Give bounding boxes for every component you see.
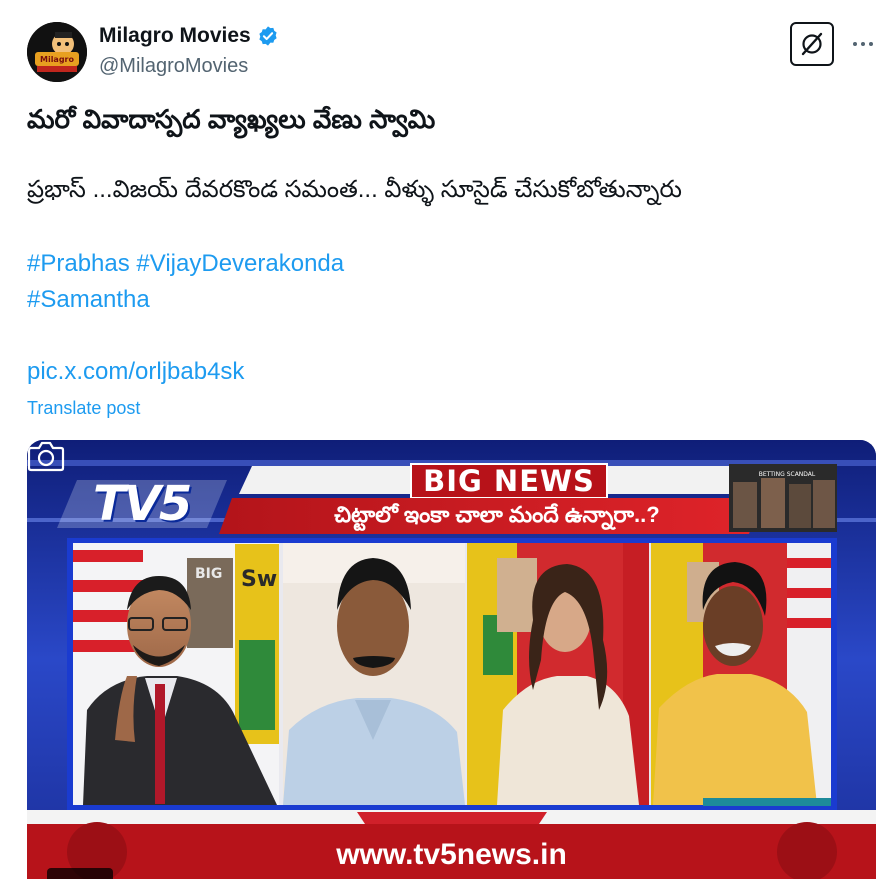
camera-icon[interactable] (27, 440, 65, 472)
news-ticker: చిట్టాలో ఇంకా చాలా మందే ఉన్నారా..? (334, 502, 660, 527)
svg-text:Milagro: Milagro (40, 55, 75, 64)
post-body: ప్రభాస్ ...విజయ్ దేవరకొండ సమంత... వీళ్ళు… (27, 176, 682, 203)
hashtag-link[interactable]: #VijayDeverakonda (136, 250, 344, 277)
post-title: మరో వివాదాస్పద వ్యాఖ్యలు వేణు స్వామి (27, 104, 436, 134)
channel-logo: TV5 (93, 476, 192, 532)
more-dot-icon (869, 42, 873, 46)
hashtag-link[interactable]: #Samantha (27, 286, 150, 313)
hashtag-line-2: #Samantha (27, 286, 150, 314)
more-options-button[interactable] (848, 32, 878, 56)
verified-badge-icon (259, 26, 277, 46)
more-dot-icon (861, 42, 865, 46)
big-news-banner: BIG NEWS (423, 464, 595, 498)
grok-icon (801, 32, 823, 56)
author-name-row: Milagro Movies (99, 24, 279, 48)
promo-caption: BETTING SCANDAL (759, 471, 816, 478)
channel-url: www.tv5news.in (336, 838, 567, 871)
svg-text:Sw: Sw (241, 567, 277, 592)
translate-post-link[interactable]: Translate post (27, 398, 140, 419)
author-handle[interactable]: @MilagroMovies (99, 55, 248, 78)
avatar[interactable]: Milagro (27, 22, 87, 82)
avatar-logo-icon: Milagro (27, 22, 87, 82)
hashtag-link[interactable]: #Prabhas (27, 250, 130, 277)
studio-sign: BIG (195, 566, 222, 582)
video-media[interactable]: BETTING SCANDAL BIG Sw TV5 BIG NEWS చిట్… (27, 440, 876, 879)
more-dot-icon (853, 42, 857, 46)
author-name[interactable]: Milagro Movies (99, 24, 251, 48)
media-link[interactable]: pic.x.com/orljbab4sk (27, 358, 244, 386)
tweet: Milagro Milagro Movies @MilagroMovies మర… (0, 0, 894, 879)
grok-button[interactable] (790, 22, 834, 66)
video-duration-badge (47, 868, 113, 879)
hashtag-line-1: #Prabhas #VijayDeverakonda (27, 250, 344, 278)
